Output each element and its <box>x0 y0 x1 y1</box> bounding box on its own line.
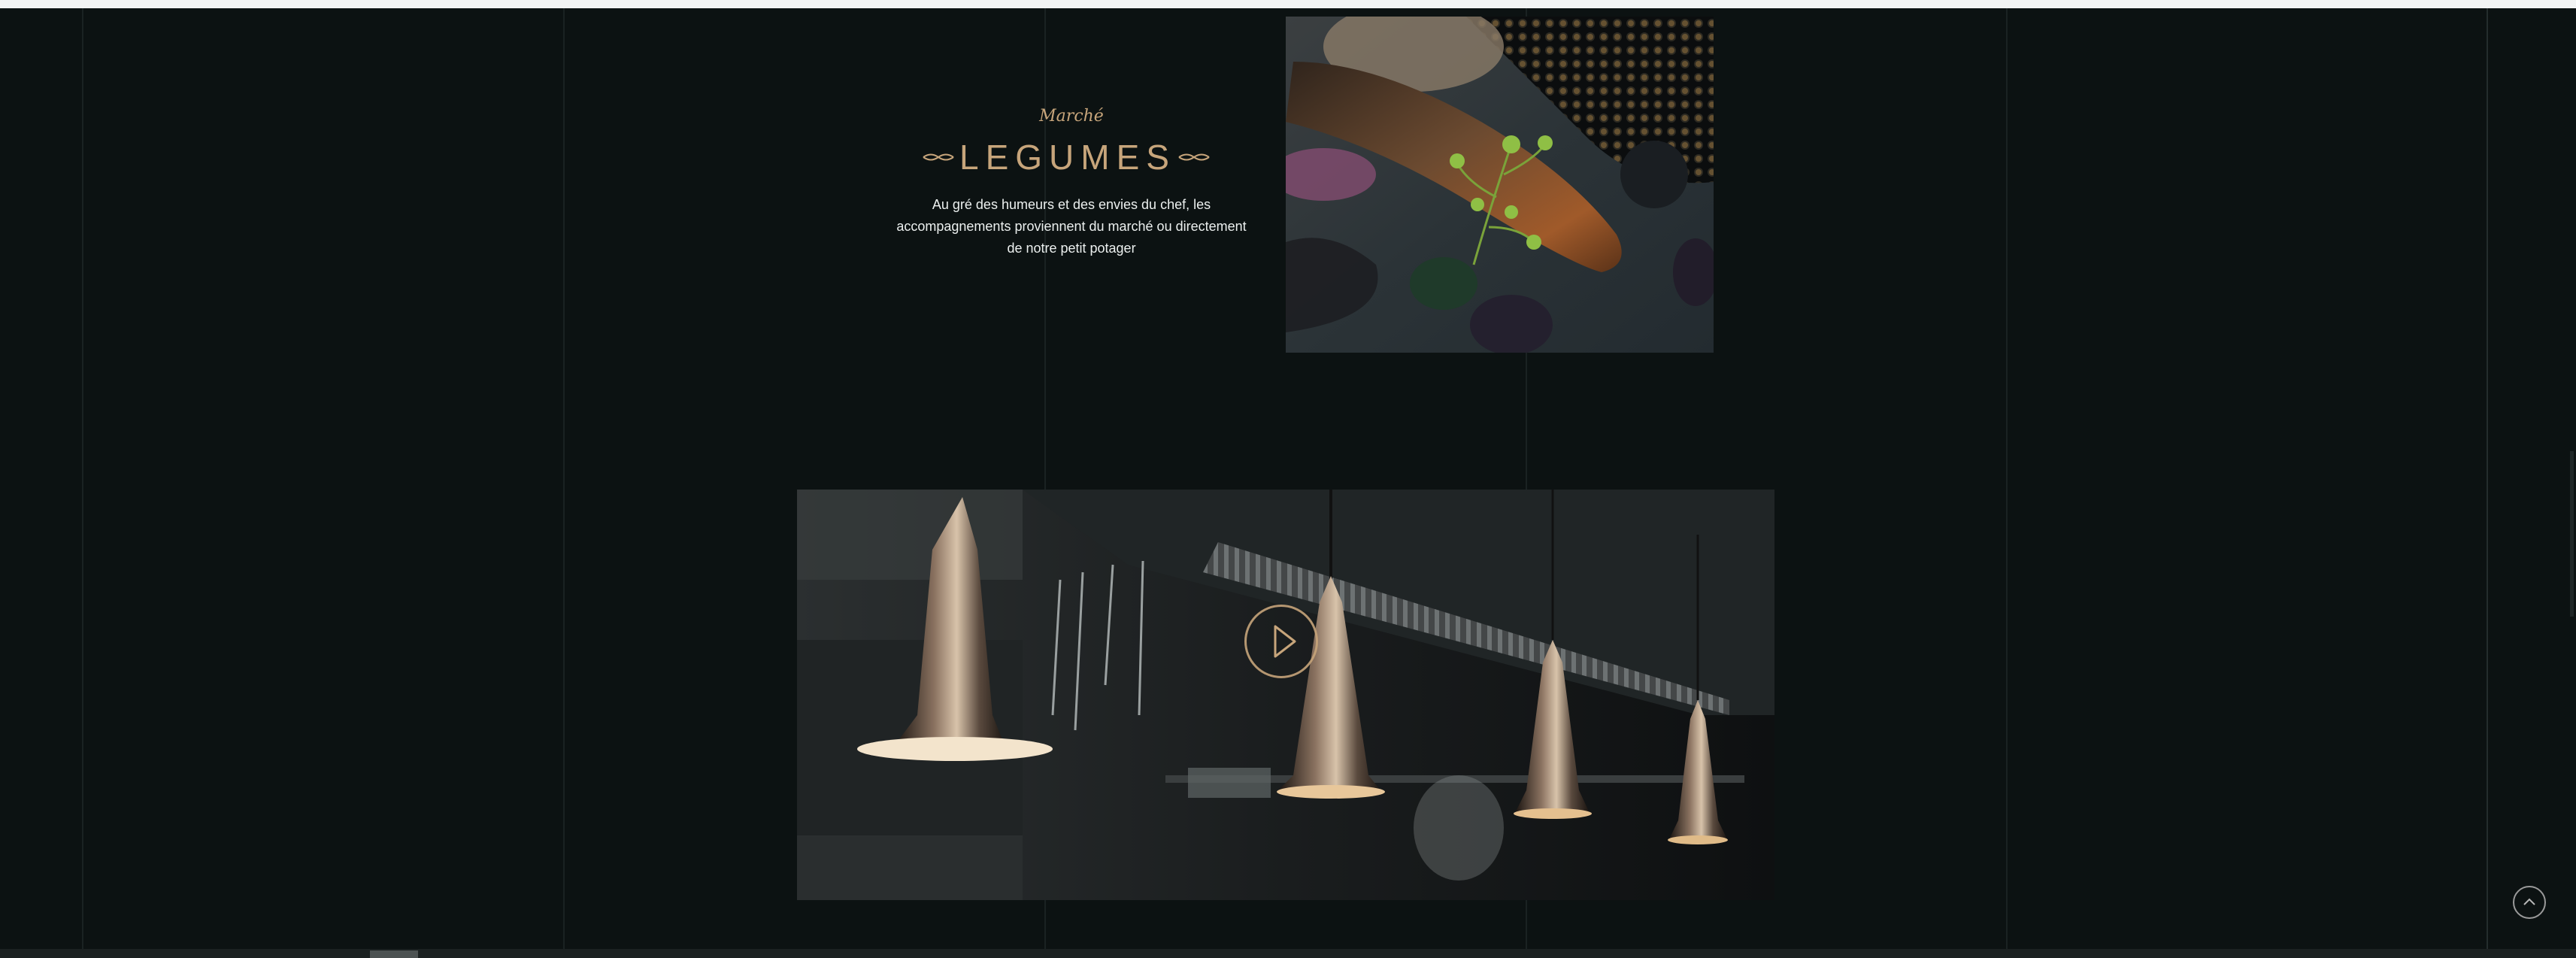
grid-guide-line <box>2487 8 2488 949</box>
section-description: Au gré des humeurs et des envies du chef… <box>896 197 1247 256</box>
play-icon <box>1274 625 1296 658</box>
chevron-up-icon <box>2523 898 2535 905</box>
page-scrollbar-thumb[interactable] <box>2570 451 2574 617</box>
horizontal-scrollbar-thumb[interactable] <box>370 950 418 958</box>
grid-guide-line <box>82 8 83 949</box>
ornament-right-icon <box>1178 153 1210 161</box>
section-title-row: LEGUMES <box>917 137 1218 182</box>
kitchen-video[interactable] <box>797 490 1774 900</box>
vegetable-dish-photo <box>1286 17 1714 353</box>
back-to-top-button[interactable] <box>2513 886 2546 919</box>
video-play-button[interactable] <box>1244 605 1318 678</box>
section-kicker: Marché <box>1039 107 1104 126</box>
browser-top-bar <box>0 0 2576 8</box>
grid-guide-line <box>563 8 565 949</box>
section-title: LEGUMES <box>959 138 1176 177</box>
grid-guide-line <box>2006 8 2008 949</box>
